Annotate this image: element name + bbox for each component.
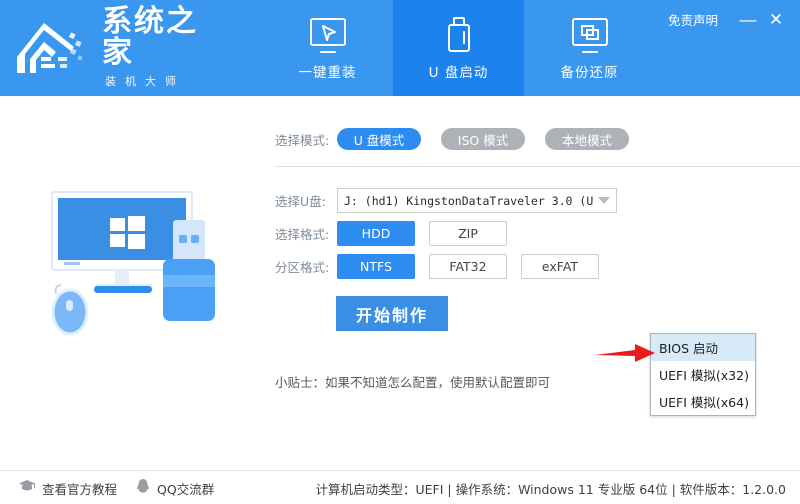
- usb-computer-illustration: [18, 174, 246, 389]
- graduation-cap-icon: [18, 479, 36, 498]
- tip-text: 小贴士：如果不知道怎么配置，使用默认配置即可: [275, 375, 551, 390]
- mode-row: 选择模式: U 盘模式 ISO 模式 本地模式: [275, 128, 649, 150]
- usb-label: 选择U盘:: [275, 194, 326, 209]
- window-controls: 免责声明 — ✕: [668, 8, 790, 30]
- mode-option-usb[interactable]: U 盘模式: [337, 128, 421, 150]
- app-window: 系统之家 装机大师 一键重装 U 盘启动 备份还原 免责声明 — ✕ 选择模式:…: [0, 0, 800, 504]
- popup-item-uefi-x32[interactable]: UEFI 模拟(x32): [651, 361, 755, 388]
- monitor-cursor-icon: [305, 16, 351, 58]
- status-bar: 查看官方教程 QQ交流群 计算机启动类型：UEFI | 操作系统：Windows…: [0, 470, 800, 504]
- main-tabs: 一键重装 U 盘启动 备份还原: [262, 0, 655, 96]
- status-info: 计算机启动类型：UEFI | 操作系统：Windows 11 专业版 64位 |…: [315, 481, 786, 497]
- house-logo-icon: [14, 17, 96, 79]
- disclaimer-link[interactable]: 免责声明: [668, 10, 718, 29]
- logo-title: 系统之家: [102, 4, 198, 70]
- section-divider: [275, 166, 800, 167]
- partition-row: 分区格式: NTFS FAT32 exFAT: [275, 254, 613, 279]
- usb-drive-icon: [436, 16, 482, 58]
- tab-label: 一键重装: [298, 64, 357, 81]
- status-links: 查看官方教程 QQ交流群: [18, 471, 214, 504]
- mode-option-local[interactable]: 本地模式: [545, 128, 629, 150]
- usb-select-value: J: (hd1) KingstonDataTraveler 3.0 (U盘) 2…: [344, 193, 594, 208]
- chevron-down-icon: [598, 197, 610, 204]
- link-label: QQ交流群: [157, 481, 215, 497]
- title-bar: 系统之家 装机大师 一键重装 U 盘启动 备份还原 免责声明 — ✕: [0, 0, 800, 96]
- format-row: 选择格式: HDD ZIP: [275, 221, 521, 246]
- start-build-button[interactable]: 开始制作: [336, 296, 448, 331]
- close-button[interactable]: ✕: [762, 8, 790, 30]
- main-content: 选择模式: U 盘模式 ISO 模式 本地模式 选择U盘: J: (hd1) K…: [0, 96, 800, 468]
- link-official-tutorial[interactable]: 查看官方教程: [18, 479, 117, 498]
- partition-option-ntfs[interactable]: NTFS: [337, 254, 415, 279]
- mode-option-iso[interactable]: ISO 模式: [441, 128, 525, 150]
- partition-label: 分区格式:: [275, 260, 330, 275]
- popup-item-bios-boot[interactable]: BIOS 启动: [651, 334, 755, 361]
- app-logo: 系统之家 装机大师: [14, 7, 229, 88]
- tab-label: U 盘启动: [428, 64, 489, 81]
- usb-select-dropdown[interactable]: J: (hd1) KingstonDataTraveler 3.0 (U盘) 2…: [337, 188, 617, 213]
- tab-backup-restore[interactable]: 备份还原: [524, 0, 655, 96]
- format-option-hdd[interactable]: HDD: [337, 221, 415, 246]
- format-option-zip[interactable]: ZIP: [429, 221, 507, 246]
- minimize-button[interactable]: —: [734, 8, 762, 30]
- boot-mode-popup-menu: BIOS 启动 UEFI 模拟(x32) UEFI 模拟(x64): [650, 333, 756, 416]
- partition-option-fat32[interactable]: FAT32: [429, 254, 507, 279]
- monitor-copy-icon: [567, 16, 613, 58]
- qq-penguin-icon: [135, 478, 151, 499]
- tab-label: 备份还原: [560, 64, 619, 81]
- link-qq-group[interactable]: QQ交流群: [135, 478, 214, 499]
- tab-usb-boot[interactable]: U 盘启动: [393, 0, 524, 96]
- tab-one-key-reinstall[interactable]: 一键重装: [262, 0, 393, 96]
- usb-select-row: 选择U盘: J: (hd1) KingstonDataTraveler 3.0 …: [275, 188, 617, 213]
- popup-item-uefi-x64[interactable]: UEFI 模拟(x64): [651, 388, 755, 415]
- logo-subtitle: 装机大师: [105, 74, 185, 88]
- red-arrow-annotation: [595, 341, 657, 370]
- link-label: 查看官方教程: [42, 481, 118, 497]
- mode-label: 选择模式:: [275, 132, 330, 148]
- format-label: 选择格式:: [275, 227, 330, 242]
- partition-option-exfat[interactable]: exFAT: [521, 254, 599, 279]
